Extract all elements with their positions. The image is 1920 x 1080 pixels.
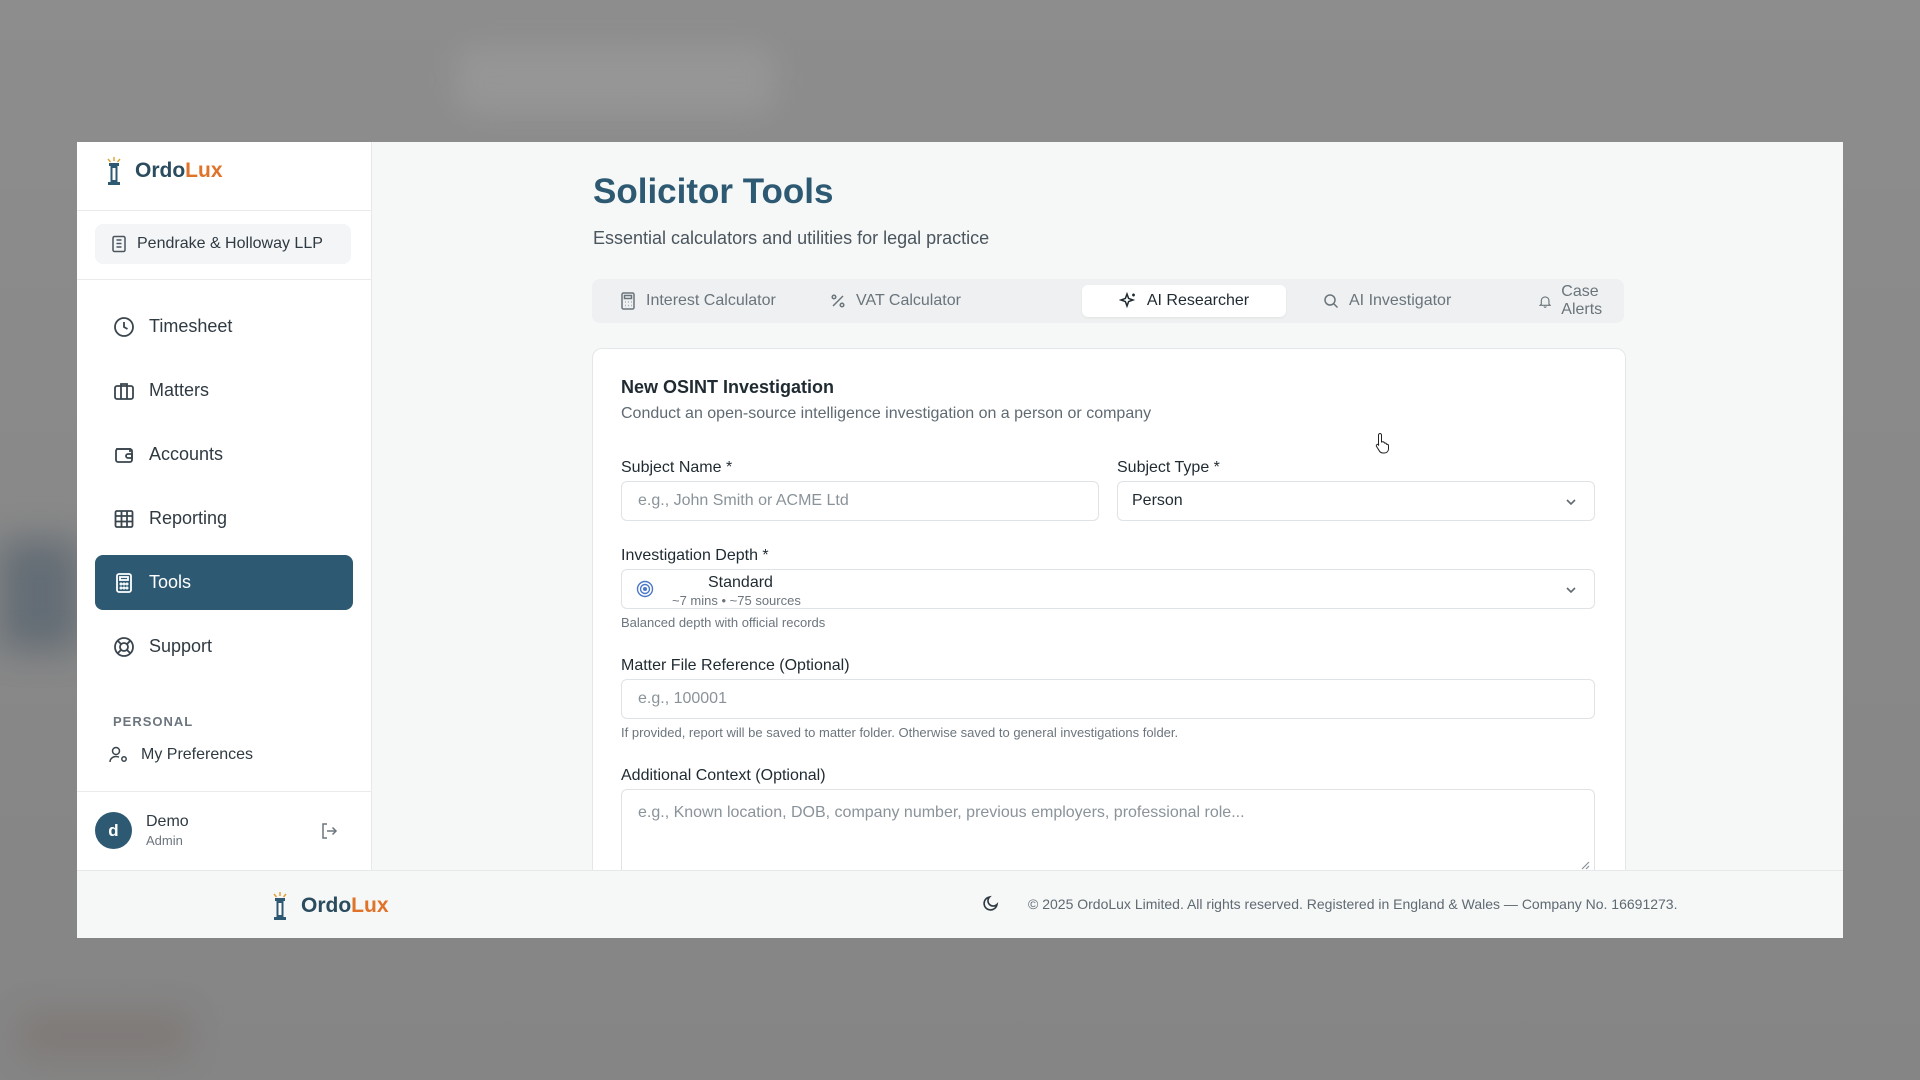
card-title: New OSINT Investigation [621, 377, 835, 397]
backdrop-blur-shape [455, 45, 775, 115]
osint-form-card: New OSINT Investigation Conduct an open-… [592, 348, 1626, 938]
bell-icon [1539, 295, 1552, 308]
tab-case-alerts[interactable]: Case Alerts [1539, 283, 1624, 318]
calculator-icon [621, 292, 635, 310]
depth-select[interactable]: Standard ~7 mins • ~75 sources [621, 569, 1595, 609]
percent-icon [831, 294, 845, 308]
divider [77, 791, 371, 792]
firm-name: Pendrake & Holloway LLP [137, 235, 323, 252]
user-profile[interactable]: d Demo Admin [95, 812, 189, 849]
depth-hint: Balanced depth with official records [621, 615, 826, 630]
sidebar-item-reporting[interactable]: Reporting [95, 491, 353, 546]
matter-reference-field [621, 679, 1595, 719]
matter-reference-input[interactable] [636, 689, 1594, 709]
calculator-icon [116, 572, 132, 593]
sidebar-item-label: Matters [149, 380, 210, 400]
depth-label: Investigation Depth * [621, 547, 769, 564]
sidebar-item-label: Timesheet [149, 316, 233, 336]
tab-label: Case Alerts [1561, 283, 1603, 318]
context-label: Additional Context (Optional) [621, 767, 826, 784]
user-name: Demo [146, 813, 189, 830]
sidebar-item-accounts[interactable]: Accounts [95, 427, 353, 482]
tab-interest-calculator[interactable]: Interest Calculator [620, 285, 776, 317]
subject-name-input[interactable] [636, 491, 1098, 511]
sidebar-item-label: Reporting [149, 508, 228, 528]
tool-tabs: Interest Calculator VAT Calculator AI Re… [592, 279, 1624, 323]
mouse-cursor-icon [1375, 432, 1389, 454]
backdrop-blur-shape [20, 1010, 190, 1060]
tab-label: Interest Calculator [646, 292, 776, 309]
clock-icon [114, 316, 134, 337]
sidebar-item-preferences[interactable]: My Preferences [109, 746, 253, 764]
search-icon [1324, 294, 1339, 309]
context-textarea[interactable] [636, 802, 1594, 842]
resize-handle-icon[interactable] [1580, 860, 1590, 870]
context-field [621, 789, 1595, 875]
page-subtitle: Essential calculators and utilities for … [593, 228, 990, 248]
sidebar-item-support[interactable]: Support [95, 619, 353, 674]
table-icon [114, 509, 134, 528]
divider [77, 210, 371, 211]
briefcase-icon [114, 382, 134, 400]
subject-type-value: Person [1132, 492, 1183, 509]
card-description: Conduct an open-source intelligence inve… [621, 405, 1152, 422]
subject-type-select[interactable]: Person [1117, 481, 1595, 521]
building-icon [112, 235, 126, 253]
sidebar-item-timesheet[interactable]: Timesheet [95, 299, 353, 354]
chevron-down-icon [1566, 499, 1576, 506]
tab-label: VAT Calculator [856, 292, 961, 309]
copyright-text: © 2025 OrdoLux Limited. All rights reser… [1028, 896, 1678, 912]
subject-name-label: Subject Name * [621, 459, 733, 476]
footer-brand-name: OrdoLux [301, 894, 389, 917]
lighthouse-logo-icon [107, 157, 121, 185]
subject-name-field [621, 481, 1099, 521]
user-settings-icon [109, 746, 127, 763]
sidebar-item-label: Tools [149, 572, 192, 592]
main-nav: Timesheet Matters Accounts Reporting Too… [95, 299, 353, 683]
depth-meta: ~7 mins • ~75 sources [672, 593, 801, 608]
sidebar-item-label: My Preferences [141, 746, 254, 763]
sidebar-item-matters[interactable]: Matters [95, 363, 353, 418]
sidebar-item-label: Accounts [149, 444, 224, 464]
backdrop-blur-shape [0, 540, 80, 650]
app-window: OrdoLux Pendrake & Holloway LLP Timeshee… [77, 142, 1843, 938]
tab-ai-investigator[interactable]: AI Investigator [1323, 285, 1451, 317]
page-title: Solicitor Tools [593, 172, 834, 211]
lifebuoy-icon [114, 636, 134, 657]
sidebar-item-tools[interactable]: Tools [95, 555, 353, 610]
divider [77, 279, 371, 280]
brand-logo[interactable]: OrdoLux [103, 156, 223, 186]
tab-vat-calculator[interactable]: VAT Calculator [830, 285, 961, 317]
moon-icon[interactable] [982, 894, 1000, 912]
tab-label: AI Researcher [1146, 292, 1250, 309]
wallet-icon [115, 447, 133, 463]
chevron-down-icon [1566, 587, 1576, 594]
sidebar-item-label: Support [149, 636, 213, 656]
sidebar: OrdoLux Pendrake & Holloway LLP Timeshee… [77, 142, 372, 870]
section-label-personal: PERSONAL [113, 714, 194, 729]
subject-type-label: Subject Type * [1117, 459, 1220, 476]
lighthouse-logo-icon [273, 892, 287, 920]
brand-name: OrdoLux [135, 159, 223, 182]
avatar: d [95, 812, 132, 849]
target-icon [636, 580, 654, 598]
footer: OrdoLux © 2025 OrdoLux Limited. All righ… [77, 870, 1843, 938]
matter-reference-label: Matter File Reference (Optional) [621, 657, 850, 674]
depth-value: Standard [708, 574, 773, 591]
user-role: Admin [146, 833, 183, 848]
matter-reference-hint: If provided, report will be saved to mat… [621, 725, 1179, 740]
firm-selector[interactable]: Pendrake & Holloway LLP [95, 224, 351, 264]
logout-icon[interactable] [320, 822, 338, 840]
tab-ai-researcher[interactable]: AI Researcher [1082, 285, 1286, 317]
sparkles-icon [1118, 292, 1136, 309]
tab-label: AI Investigator [1349, 292, 1452, 309]
footer-brand-logo: OrdoLux [269, 891, 389, 921]
